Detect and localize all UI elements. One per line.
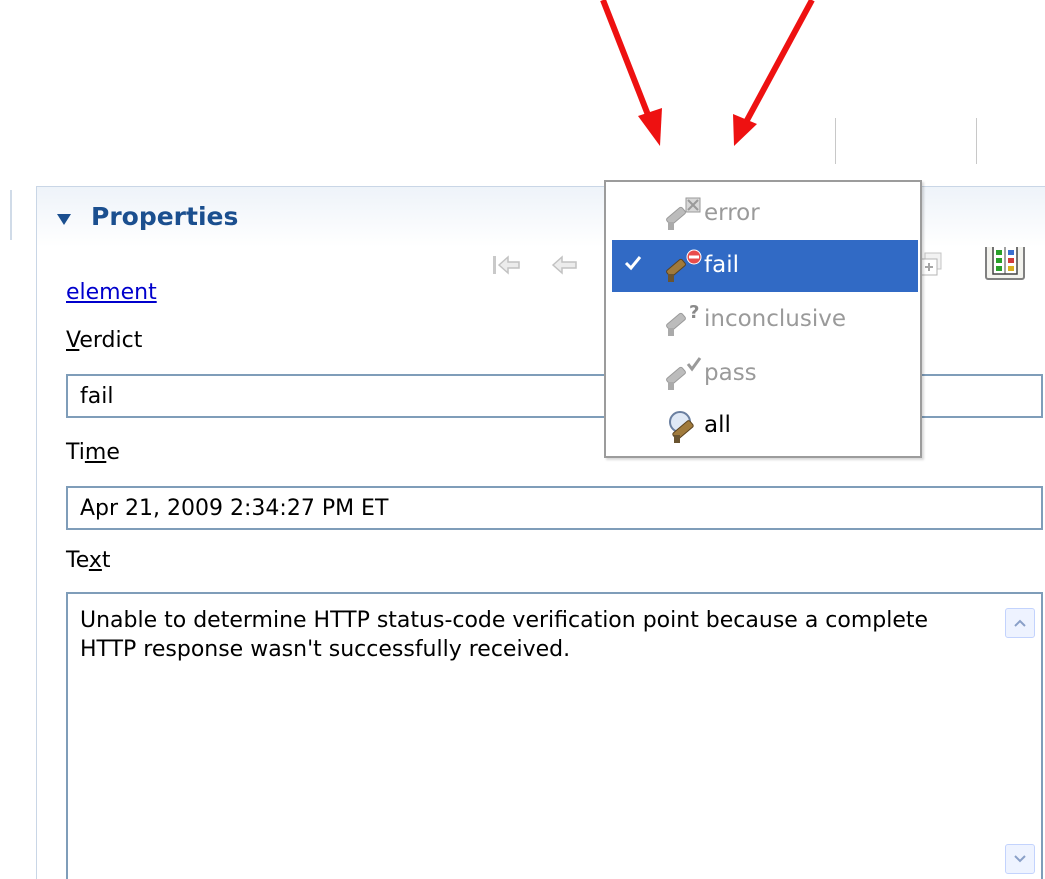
menu-item-pass[interactable]: pass (612, 348, 918, 400)
verdict-label: Verdict (66, 328, 143, 353)
menu-item-label: fail (704, 252, 739, 278)
menu-item-label: pass (704, 360, 757, 386)
verdict-all-icon (669, 411, 694, 443)
check-icon (624, 256, 642, 271)
scroll-down-icon (1014, 855, 1026, 863)
scroll-down-button[interactable] (1005, 844, 1035, 874)
menu-item-label: inconclusive (704, 306, 847, 332)
menu-item-label: all (704, 412, 731, 438)
menu-item-error[interactable]: error (612, 188, 918, 240)
verdict-inconclusive-icon: ? (666, 302, 699, 336)
navigation-toolbar (0, 118, 1045, 283)
scroll-up-button[interactable] (1005, 608, 1035, 638)
toolbar-separator (835, 118, 836, 164)
scroll-up-icon (1014, 619, 1026, 627)
text-label: Text (66, 548, 111, 573)
menu-item-inconclusive[interactable]: ? inconclusive (612, 294, 918, 346)
view-edge (10, 190, 12, 240)
verdict-fail-icon (666, 249, 702, 282)
time-field[interactable]: Apr 21, 2009 2:34:27 PM ET (66, 486, 1043, 530)
verdict-filter-menu: error fail ? inconclusive pass all (604, 180, 922, 458)
verdict-error-icon (666, 197, 701, 230)
time-label: Time (66, 440, 120, 465)
expand-triangle-icon[interactable] (57, 214, 71, 225)
section-title: Properties (91, 202, 239, 231)
toolbar-separator (976, 118, 977, 164)
verdict-pass-icon (666, 357, 702, 390)
svg-text:?: ? (689, 302, 699, 323)
text-area[interactable]: Unable to determine HTTP status-code ver… (66, 592, 1043, 879)
menu-item-all[interactable]: all (612, 400, 918, 452)
menu-item-label: error (704, 200, 760, 226)
menu-item-fail[interactable]: fail (612, 240, 918, 292)
element-link[interactable]: element (66, 280, 157, 305)
text-area-content: Unable to determine HTTP status-code ver… (80, 608, 929, 662)
